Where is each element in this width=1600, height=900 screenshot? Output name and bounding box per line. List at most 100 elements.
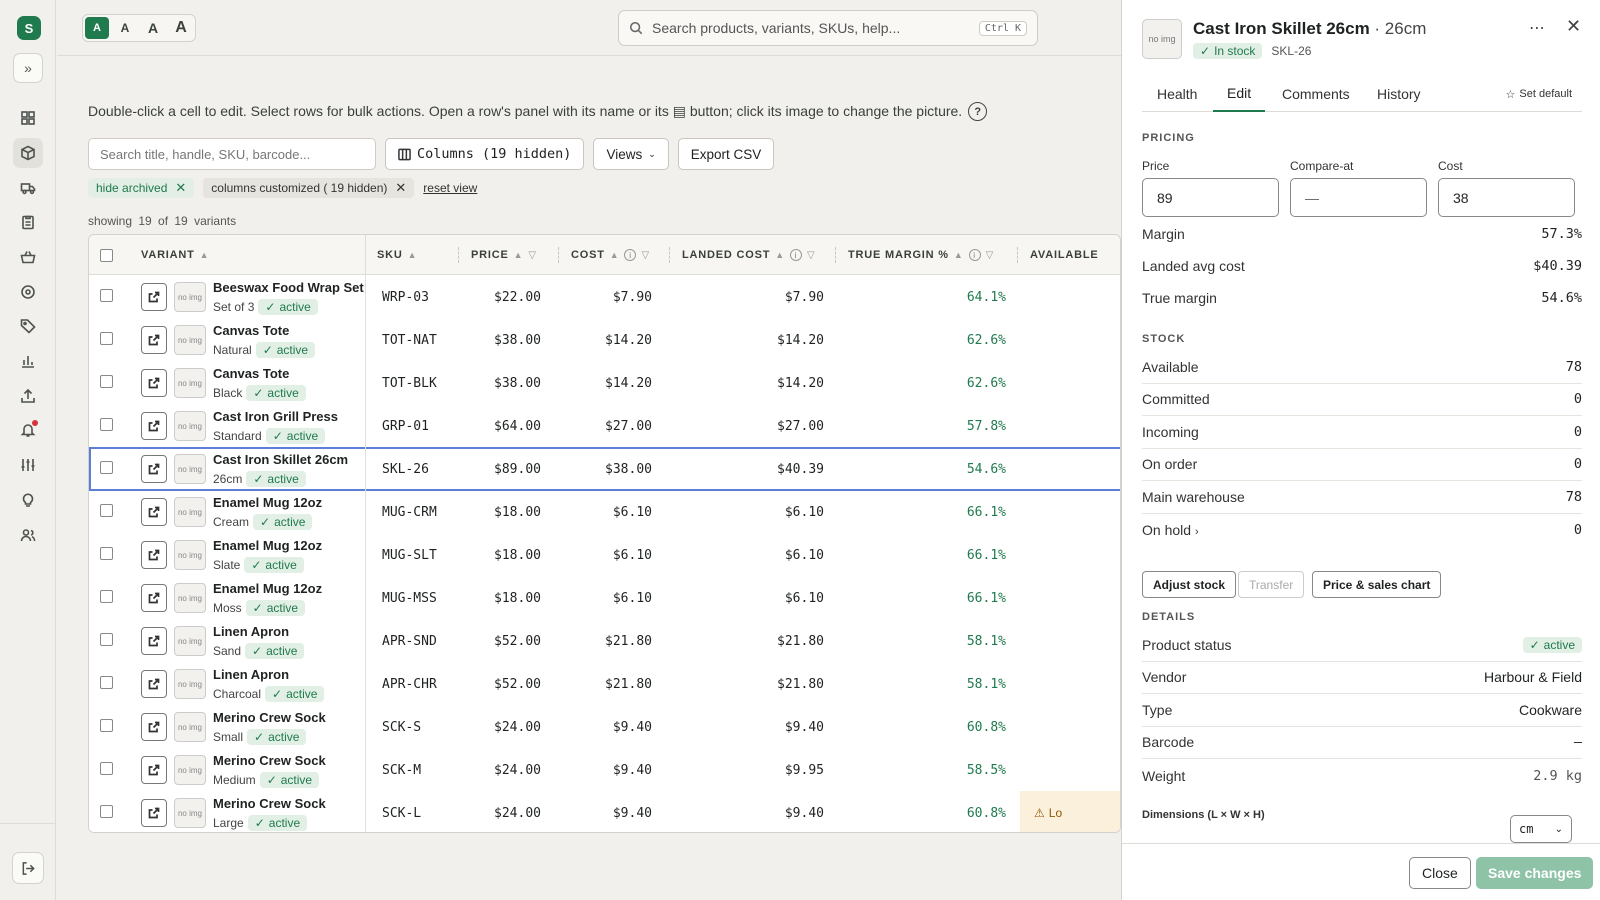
cell-price[interactable]: $18.00 <box>471 576 541 620</box>
set-default-button[interactable]: ☆ Set default <box>1506 76 1572 112</box>
table-row[interactable]: no img Canvas Tote Black ✓ active TOT-BLK $38.… <box>89 361 1120 405</box>
info-icon[interactable]: i <box>789 249 802 261</box>
app-logo[interactable]: S <box>17 16 41 40</box>
cell-true-margin[interactable]: 60.8% <box>848 791 1006 832</box>
cell-landed-cost[interactable]: $14.20 <box>682 318 824 362</box>
cell-sku[interactable]: APR-SND <box>382 619 437 663</box>
row-title[interactable]: Beeswax Food Wrap Set <box>213 280 364 295</box>
transfer-button[interactable]: Transfer <box>1238 571 1305 598</box>
views-button[interactable]: Views ⌄ <box>593 138 669 170</box>
cell-landed-cost[interactable]: $7.90 <box>682 275 824 319</box>
tab-health[interactable]: Health <box>1157 76 1197 112</box>
row-checkbox[interactable] <box>100 676 113 689</box>
row-checkbox[interactable] <box>100 547 113 560</box>
stock-row[interactable]: On hold › 0 <box>1142 513 1582 546</box>
col-available[interactable]: AVAILABLE <box>1030 235 1099 275</box>
cell-true-margin[interactable]: 58.5% <box>848 748 1006 792</box>
row-image[interactable]: no img <box>174 626 206 656</box>
cell-cost[interactable]: $9.40 <box>571 791 652 832</box>
close-icon[interactable]: ✕ <box>175 180 186 196</box>
table-row[interactable]: no img Enamel Mug 12oz Slate ✓ active MUG-SLT… <box>89 533 1120 577</box>
cell-landed-cost[interactable]: $6.10 <box>682 576 824 620</box>
nav-baskets[interactable] <box>13 242 43 272</box>
filter-icon[interactable]: ▽ <box>986 250 995 261</box>
cell-sku[interactable]: MUG-CRM <box>382 490 437 534</box>
product-status-badge[interactable]: ✓ active <box>1522 637 1582 653</box>
table-row[interactable]: no img Cast Iron Skillet 26cm 26cm ✓ active S… <box>89 447 1120 491</box>
logout-button[interactable] <box>12 852 44 884</box>
columns-button[interactable]: Columns (19 hidden) <box>385 138 585 170</box>
row-title[interactable]: Linen Apron <box>213 667 289 682</box>
cell-landed-cost[interactable]: $9.95 <box>682 748 824 792</box>
cell-price[interactable]: $22.00 <box>471 275 541 319</box>
row-title[interactable]: Merino Crew Sock <box>213 796 326 811</box>
tab-edit[interactable]: Edit <box>1213 76 1266 112</box>
cell-sku[interactable]: SCK-L <box>382 791 421 832</box>
close-panel-icon[interactable]: ✕ <box>1566 16 1581 37</box>
cell-sku[interactable]: MUG-MSS <box>382 576 437 620</box>
row-image[interactable]: no img <box>174 712 206 742</box>
cell-cost[interactable]: $14.20 <box>571 318 652 362</box>
row-image[interactable]: no img <box>174 798 206 828</box>
open-panel-button[interactable] <box>141 584 167 612</box>
cell-price[interactable]: $18.00 <box>471 490 541 534</box>
nav-locations[interactable] <box>13 277 43 307</box>
cell-landed-cost[interactable]: $40.39 <box>682 447 824 491</box>
cell-cost[interactable]: $21.80 <box>571 619 652 663</box>
barcode-row[interactable]: Barcode — <box>1142 726 1582 759</box>
nav-settings[interactable] <box>13 450 43 480</box>
table-row[interactable]: no img Enamel Mug 12oz Moss ✓ active MUG-MSS $… <box>89 576 1120 620</box>
open-panel-button[interactable] <box>141 799 167 827</box>
cell-cost[interactable]: $14.20 <box>571 361 652 405</box>
table-row[interactable]: no img Merino Crew Sock Medium ✓ active SCK-M… <box>89 748 1120 792</box>
row-image[interactable]: no img <box>174 540 206 570</box>
row-image[interactable]: no img <box>174 583 206 613</box>
more-icon[interactable]: ⋯ <box>1529 18 1546 38</box>
cell-true-margin[interactable]: 58.1% <box>848 662 1006 706</box>
nav-team[interactable] <box>13 520 43 550</box>
table-row[interactable]: no img Merino Crew Sock Small ✓ active SCK-S $… <box>89 705 1120 749</box>
filter-icon[interactable]: ▽ <box>641 250 650 261</box>
cell-cost[interactable]: $6.10 <box>571 490 652 534</box>
row-image[interactable]: no img <box>174 755 206 785</box>
row-image[interactable]: no img <box>174 497 206 527</box>
row-checkbox[interactable] <box>100 719 113 732</box>
cell-sku[interactable]: APR-CHR <box>382 662 437 706</box>
cell-price[interactable]: $64.00 <box>471 404 541 448</box>
nav-analytics[interactable] <box>13 346 43 376</box>
col-true-margin[interactable]: TRUE MARGIN % ▲ i ▽ <box>848 235 994 275</box>
cell-price[interactable]: $24.00 <box>471 748 541 792</box>
vendor-row[interactable]: Vendor Harbour & Field <box>1142 661 1582 694</box>
select-all-checkbox[interactable] <box>100 248 113 262</box>
cell-sku[interactable]: WRP-03 <box>382 275 429 319</box>
help-icon[interactable]: ? <box>968 102 988 121</box>
nav-ideas[interactable] <box>13 485 43 515</box>
table-search-input[interactable] <box>88 138 376 170</box>
cell-price[interactable]: $38.00 <box>471 361 541 405</box>
row-checkbox[interactable] <box>100 418 113 431</box>
open-panel-button[interactable] <box>141 627 167 655</box>
table-row[interactable]: no img Canvas Tote Natural ✓ active TOT-NAT $3… <box>89 318 1120 362</box>
price-input[interactable]: 89 <box>1142 178 1279 217</box>
row-image[interactable]: no img <box>174 282 206 312</box>
compare-at-input[interactable]: — <box>1290 178 1427 217</box>
row-checkbox[interactable] <box>100 289 113 302</box>
row-title[interactable]: Cast Iron Grill Press <box>213 409 338 424</box>
row-title[interactable]: Merino Crew Sock <box>213 710 326 725</box>
cell-sku[interactable]: MUG-SLT <box>382 533 437 577</box>
export-csv-button[interactable]: Export CSV <box>677 138 775 170</box>
row-title[interactable]: Canvas Tote <box>213 366 289 381</box>
adjust-stock-button[interactable]: Adjust stock <box>1142 571 1237 598</box>
cell-cost[interactable]: $6.10 <box>571 576 652 620</box>
row-image[interactable]: no img <box>174 368 206 398</box>
row-title[interactable]: Canvas Tote <box>213 323 289 338</box>
price-sales-chart-button[interactable]: Price & sales chart <box>1312 571 1442 598</box>
cell-true-margin[interactable]: 57.8% <box>848 404 1006 448</box>
reset-view-link[interactable]: reset view <box>423 181 477 195</box>
col-cost[interactable]: COST ▲ i ▽ <box>571 235 650 275</box>
col-variant[interactable]: VARIANT ▲ <box>141 235 209 275</box>
col-landed-cost[interactable]: LANDED COST ▲ i ▽ <box>682 235 815 275</box>
row-checkbox[interactable] <box>100 633 113 646</box>
dimension-unit-select[interactable]: cm ⌄ <box>1510 815 1572 843</box>
nav-notifications[interactable] <box>13 415 43 445</box>
